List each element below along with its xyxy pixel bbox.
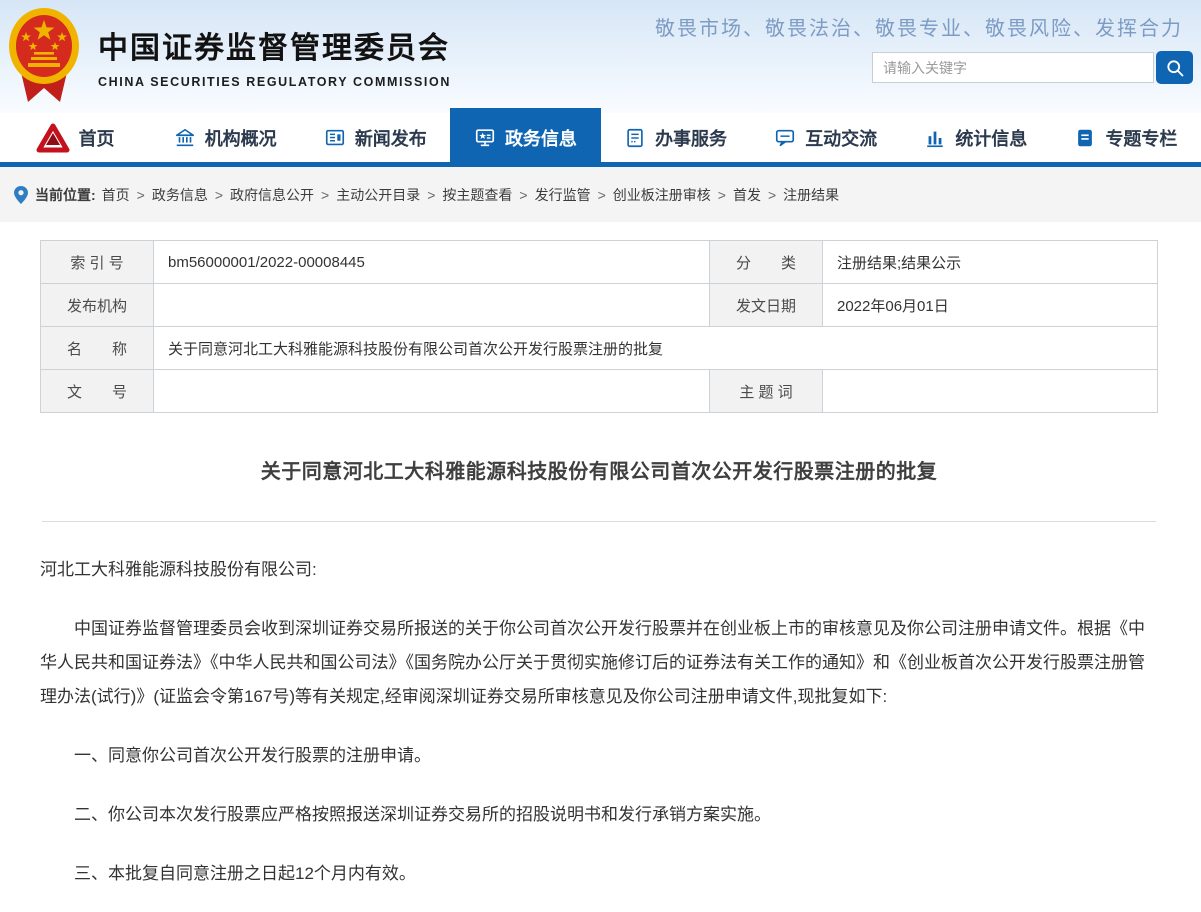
breadcrumb-item[interactable]: 主动公开目录 — [336, 185, 420, 205]
breadcrumb-separator: > — [519, 186, 528, 203]
list-item: 二、你公司本次发行股票应严格按照报送深圳证券交易所的招股说明书和发行承销方案实施… — [74, 805, 771, 824]
search-button[interactable] — [1156, 51, 1193, 84]
national-emblem-logo — [9, 8, 79, 102]
breadcrumb-separator: > — [767, 186, 777, 203]
list-item: 一、同意你公司首次公开发行股票的注册申请。 — [74, 746, 431, 765]
nav-item-news[interactable]: 新闻发布 — [300, 113, 450, 162]
search-bar — [872, 51, 1193, 84]
meta-label: 索 引 号 — [40, 240, 154, 284]
meta-value-publish-date: 2022年06月01日 — [822, 283, 1158, 327]
nav-item-interaction[interactable]: 互动交流 — [751, 113, 901, 162]
breadcrumb-separator: > — [427, 186, 436, 203]
salutation: 河北工大科雅能源科技股份有限公司: — [40, 560, 317, 579]
breadcrumb: 当前位置: 首页 > 政务信息 > 政府信息公开 > 主动公开目录 > 按主题查… — [0, 167, 1201, 222]
breadcrumb-item[interactable]: 首页 — [102, 185, 130, 205]
breadcrumb-separator: > — [321, 186, 330, 203]
breadcrumb-item[interactable]: 政务信息 — [152, 185, 208, 205]
chat-bubble-icon — [776, 129, 795, 146]
document-meta-table: 索 引 号 bm56000001/2022-00008445 分 类 注册结果;… — [40, 240, 1158, 413]
search-icon — [1166, 59, 1183, 76]
title-divider — [42, 521, 1156, 522]
location-pin-icon — [14, 185, 28, 204]
table-row: 文 号 主 题 词 — [40, 369, 1158, 413]
meta-label: 发文日期 — [709, 283, 823, 327]
meta-value-name: 关于同意河北工大科雅能源科技股份有限公司首次公开发行股票注册的批复 — [153, 326, 1158, 370]
breadcrumb-separator: > — [136, 186, 145, 203]
document-body: 河北工大科雅能源科技股份有限公司: 中国证券监督管理委员会收到深圳证券交易所报送… — [40, 553, 1158, 912]
list-item: 三、本批复自同意注册之日起12个月内有效。 — [74, 864, 416, 883]
breadcrumb-separator: > — [717, 186, 726, 203]
breadcrumb-item[interactable]: 政府信息公开 — [230, 185, 314, 205]
paragraph-main: 中国证券监督管理委员会收到深圳证券交易所报送的关于你公司首次公开发行股票并在创业… — [40, 619, 1145, 706]
service-list-icon — [627, 128, 643, 147]
nav-item-government-info[interactable]: 政务信息 — [450, 108, 601, 162]
nav-label: 新闻发布 — [354, 128, 427, 149]
breadcrumb-item[interactable]: 发行监管 — [535, 185, 591, 205]
breadcrumb-separator: > — [597, 186, 606, 203]
nav-item-services[interactable]: 办事服务 — [601, 113, 751, 162]
nav-label: 机构概况 — [204, 128, 277, 149]
news-icon — [325, 129, 344, 145]
nav-label: 办事服务 — [655, 128, 728, 149]
search-input[interactable] — [872, 52, 1154, 83]
nav-item-about[interactable]: 机构概况 — [150, 113, 300, 162]
document-title: 关于同意河北工大科雅能源科技股份有限公司首次公开发行股票注册的批复 — [260, 461, 938, 483]
org-name-en: CHINA SECURITIES REGULATORY COMMISSION — [98, 75, 451, 89]
site-header: 中国证券监督管理委员会 CHINA SECURITIES REGULATORY … — [0, 0, 1201, 113]
table-row: 名 称 关于同意河北工大科雅能源科技股份有限公司首次公开发行股票注册的批复 — [40, 326, 1158, 370]
meta-label: 发布机构 — [40, 283, 154, 327]
meta-value-doc-number — [153, 369, 710, 413]
meta-value-index-number: bm56000001/2022-00008445 — [153, 240, 710, 284]
meta-label: 名 称 — [40, 326, 154, 370]
org-name-cn: 中国证券监督管理委员会 — [98, 32, 450, 65]
meta-value-subject-words — [822, 369, 1158, 413]
breadcrumb-item[interactable]: 首发 — [733, 185, 761, 205]
meta-label: 文 号 — [40, 369, 154, 413]
table-row: 发布机构 发文日期 2022年06月01日 — [40, 283, 1158, 327]
nav-label: 专题专栏 — [1105, 128, 1178, 149]
nav-item-statistics[interactable]: 统计信息 — [901, 113, 1051, 162]
nav-label: 政务信息 — [504, 128, 577, 149]
header-slogan: 敬畏市场、敬畏法治、敬畏专业、敬畏风险、发挥合力 — [655, 16, 1183, 40]
breadcrumb-item[interactable]: 注册结果 — [783, 185, 839, 205]
meta-value-publisher — [153, 283, 710, 327]
topic-doc-icon — [1078, 129, 1093, 146]
csrc-logo-icon — [36, 123, 70, 152]
nav-label: 统计信息 — [955, 128, 1028, 149]
bank-icon — [175, 128, 194, 146]
bar-chart-icon — [927, 131, 944, 147]
nav-label: 首页 — [78, 128, 115, 149]
nav-item-topics[interactable]: 专题专栏 — [1051, 113, 1201, 162]
monitor-star-icon — [475, 128, 495, 146]
meta-value-category: 注册结果;结果公示 — [822, 240, 1158, 284]
meta-label: 分 类 — [709, 240, 823, 284]
main-content: 索 引 号 bm56000001/2022-00008445 分 类 注册结果;… — [0, 222, 1201, 912]
nav-item-home[interactable]: 首页 — [0, 113, 150, 162]
meta-label: 主 题 词 — [709, 369, 823, 413]
breadcrumb-item[interactable]: 按主题查看 — [442, 185, 512, 205]
brand: 中国证券监督管理委员会 CHINA SECURITIES REGULATORY … — [8, 6, 451, 106]
breadcrumb-separator: > — [214, 186, 224, 203]
table-row: 索 引 号 bm56000001/2022-00008445 分 类 注册结果;… — [40, 240, 1158, 284]
nav-label: 互动交流 — [805, 128, 878, 149]
breadcrumb-item[interactable]: 创业板注册审核 — [613, 185, 711, 205]
breadcrumb-prefix: 当前位置: — [35, 186, 96, 203]
main-nav: 首页 机构概况 新闻发布 政务信息 办事服务 互动交流 统计信息 专题专栏 — [0, 108, 1201, 167]
